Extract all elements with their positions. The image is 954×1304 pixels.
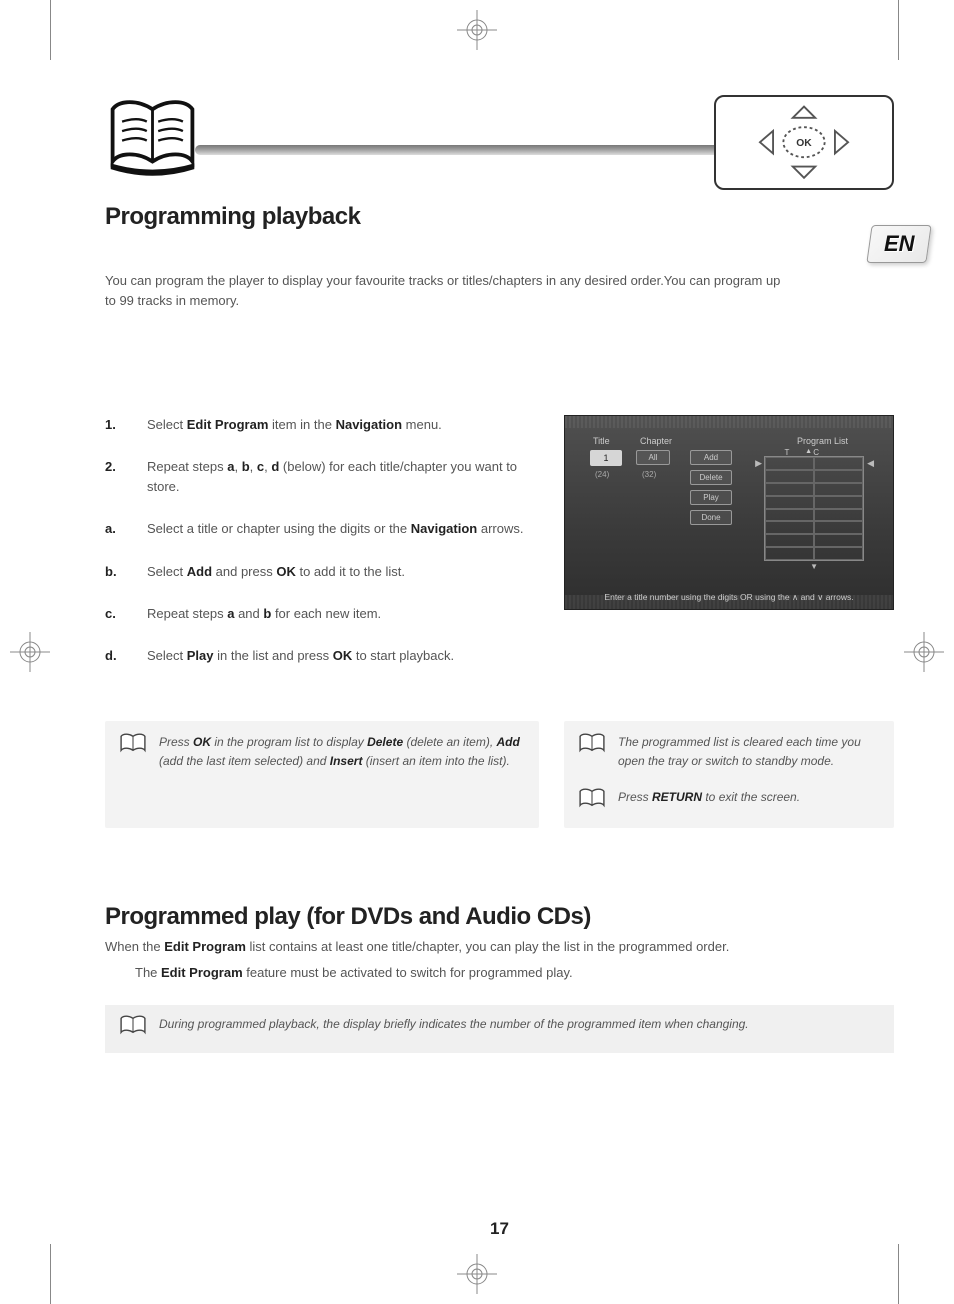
- crop-mark: [50, 1244, 51, 1304]
- down-arrow-icon: ▼: [810, 562, 818, 571]
- osd-play-button: Play: [690, 490, 732, 505]
- language-flag: EN: [869, 225, 939, 275]
- registration-mark: [457, 10, 497, 50]
- step-text: Select a title or chapter using the digi…: [147, 519, 523, 539]
- osd-title-label: Title: [593, 436, 610, 446]
- osd-program-list-grid: [764, 456, 864, 561]
- osd-title-value: 1: [590, 450, 622, 466]
- section-title: Programmed play (for DVDs and Audio CDs): [105, 903, 894, 931]
- note-book-icon: [119, 1015, 149, 1043]
- up-arrow-icon: ▲: [805, 448, 812, 455]
- registration-mark: [457, 1254, 497, 1294]
- step-number: a.: [105, 519, 147, 539]
- step-text: Select Add and press OK to add it to the…: [147, 562, 405, 582]
- crop-mark: [50, 0, 51, 60]
- step-number: b.: [105, 562, 147, 582]
- intro-text: You can program the player to display yo…: [105, 271, 785, 310]
- right-arrow-icon: ◀: [867, 458, 874, 469]
- step-text: Select Edit Program item in the Navigati…: [147, 415, 442, 435]
- body-text: When the Edit Program list contains at l…: [105, 937, 894, 957]
- step-number: d.: [105, 646, 147, 666]
- registration-mark: [904, 632, 944, 672]
- crop-mark: [898, 0, 899, 60]
- registration-mark: [10, 632, 50, 672]
- body-text: The Edit Program feature must be activat…: [135, 963, 894, 983]
- step-text: Repeat steps a and b for each new item.: [147, 604, 381, 624]
- osd-delete-button: Delete: [690, 470, 732, 485]
- note-box: Press OK in the program list to display …: [105, 721, 539, 828]
- note-book-icon: [119, 733, 149, 770]
- page-number: 17: [105, 1219, 894, 1239]
- note-box: The programmed list is cleared each time…: [564, 721, 894, 828]
- note-box: During programmed playback, the display …: [105, 1005, 894, 1053]
- osd-chapter-value: All: [636, 450, 670, 465]
- osd-hint-text: Enter a title number using the digits OR…: [565, 592, 893, 603]
- manual-book-icon: [105, 95, 200, 180]
- left-arrow-icon: ▶: [755, 458, 762, 469]
- step-number: 1.: [105, 415, 147, 435]
- osd-chapter-total: (32): [642, 470, 656, 479]
- osd-add-button: Add: [690, 450, 732, 465]
- note-book-icon: [578, 733, 608, 770]
- ok-label: OK: [796, 138, 812, 149]
- osd-screenshot: Title Chapter Program List 1 All (24) (3…: [564, 415, 894, 610]
- crop-mark: [898, 1244, 899, 1304]
- nav-ok-diagram: OK: [714, 95, 894, 190]
- section-title: Programming playback: [105, 203, 894, 231]
- step-text: Repeat steps a, b, c, d (below) for each…: [147, 457, 539, 497]
- step-number: c.: [105, 604, 147, 624]
- step-text: Select Play in the list and press OK to …: [147, 646, 454, 666]
- step-number: 2.: [105, 457, 147, 497]
- osd-chapter-label: Chapter: [640, 436, 672, 446]
- note-book-icon: [578, 788, 608, 816]
- osd-program-list-label: Program List: [797, 436, 848, 446]
- osd-done-button: Done: [690, 510, 732, 525]
- osd-title-total: (24): [595, 470, 609, 479]
